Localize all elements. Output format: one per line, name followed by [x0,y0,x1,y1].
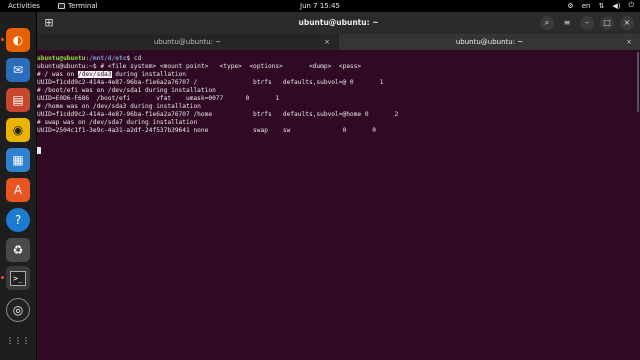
firefox-icon[interactable]: ◐ [1,28,30,52]
output-line: UUID=f1cdd9c2-414a-4e87-96ba-f1e6a2a7670… [37,79,384,86]
accessibility-icon[interactable]: ⚙ [567,2,573,10]
tab-bar: ubuntu@ubuntu: ~ × ubuntu@ubuntu: ~ × [37,34,640,50]
output-line: # / was on /dev/sda3 during installation [37,71,187,78]
rhythmbox-icon[interactable]: ◉ [6,118,30,142]
tab-1-label: ubuntu@ubuntu: ~ [153,38,222,46]
tab-2[interactable]: ubuntu@ubuntu: ~ × [339,34,640,50]
app-menu[interactable]: Terminal [58,2,98,10]
title-bar: ⊞ ubuntu@ubuntu: ~ ⌕ ≡ – □ × [37,12,640,34]
search-icon[interactable]: ⌕ [540,16,554,30]
clock[interactable]: Jun 7 15:45 [300,2,340,10]
trash-icon[interactable]: ♻ [6,238,30,262]
output-line: UUID=E0D6-F686 /boot/efi vfat umask=0077… [37,95,280,102]
thunderbird-icon[interactable]: ✉ [6,58,30,82]
activities-button[interactable]: Activities [8,2,40,10]
app-name: Terminal [68,2,98,10]
output-line: ubuntu@ubuntu:~$ # <file system> <mount … [37,63,362,70]
selected-text: /dev/sda3 [77,71,112,78]
close-tab-icon[interactable]: × [626,34,632,50]
text-cursor [37,147,41,154]
close-icon[interactable]: × [620,16,634,30]
writer-icon[interactable]: ▦ [6,148,30,172]
language-indicator[interactable]: en [582,2,591,10]
terminal-window: ⊞ ubuntu@ubuntu: ~ ⌕ ≡ – □ × ubuntu@ubun… [37,12,640,360]
power-icon[interactable]: ⏻ [628,1,634,10]
output-line: UUID=2504c1f1-3e9c-4a31-a2df-24f537b3964… [37,127,376,134]
network-icon[interactable]: ⇅ [598,2,604,10]
obs-icon[interactable]: ◎ [6,298,30,322]
dock: ◐ ✉ ▤ ◉ ▦ A ? ♻ >_ ◎ ⋮⋮⋮ [0,12,36,360]
help-icon[interactable]: ? [6,208,30,232]
output-line: # swap was on /dev/sda7 during installat… [37,119,198,126]
output-line: # /boot/efi was on /dev/sda1 during inst… [37,87,216,94]
tab-2-label: ubuntu@ubuntu: ~ [455,38,524,46]
terminal-icon [58,3,65,9]
command-line: ubuntu@ubuntu:/mnt/d/etc$ cd [37,55,142,62]
output-line: UUID=f1cdd9c2-414a-4e87-96ba-f1e6a2a7670… [37,111,399,118]
terminal-icon[interactable]: >_ [1,266,30,290]
show-apps-icon[interactable]: ⋮⋮⋮ [6,328,30,352]
output-line: # /home was on /dev/sda3 during installa… [37,103,201,110]
scrollbar[interactable] [637,52,639,112]
top-bar: Activities Terminal Jun 7 15:45 ⚙ en ⇅ ◀… [0,0,640,12]
minimize-icon[interactable]: – [580,16,594,30]
window-controls: ⌕ ≡ – □ × [540,16,634,30]
software-icon[interactable]: A [6,178,30,202]
terminal-output[interactable]: ubuntu@ubuntu:/mnt/d/etc$ cd ubuntu@ubun… [37,50,640,360]
system-tray: ⚙ en ⇅ ◀) ⏻ [567,1,634,10]
volume-icon[interactable]: ◀) [612,2,620,10]
close-tab-icon[interactable]: × [324,34,330,50]
files-icon[interactable]: ▤ [6,88,30,112]
maximize-icon[interactable]: □ [600,16,614,30]
tab-1[interactable]: ubuntu@ubuntu: ~ × [37,34,338,50]
menu-icon[interactable]: ≡ [560,16,574,30]
